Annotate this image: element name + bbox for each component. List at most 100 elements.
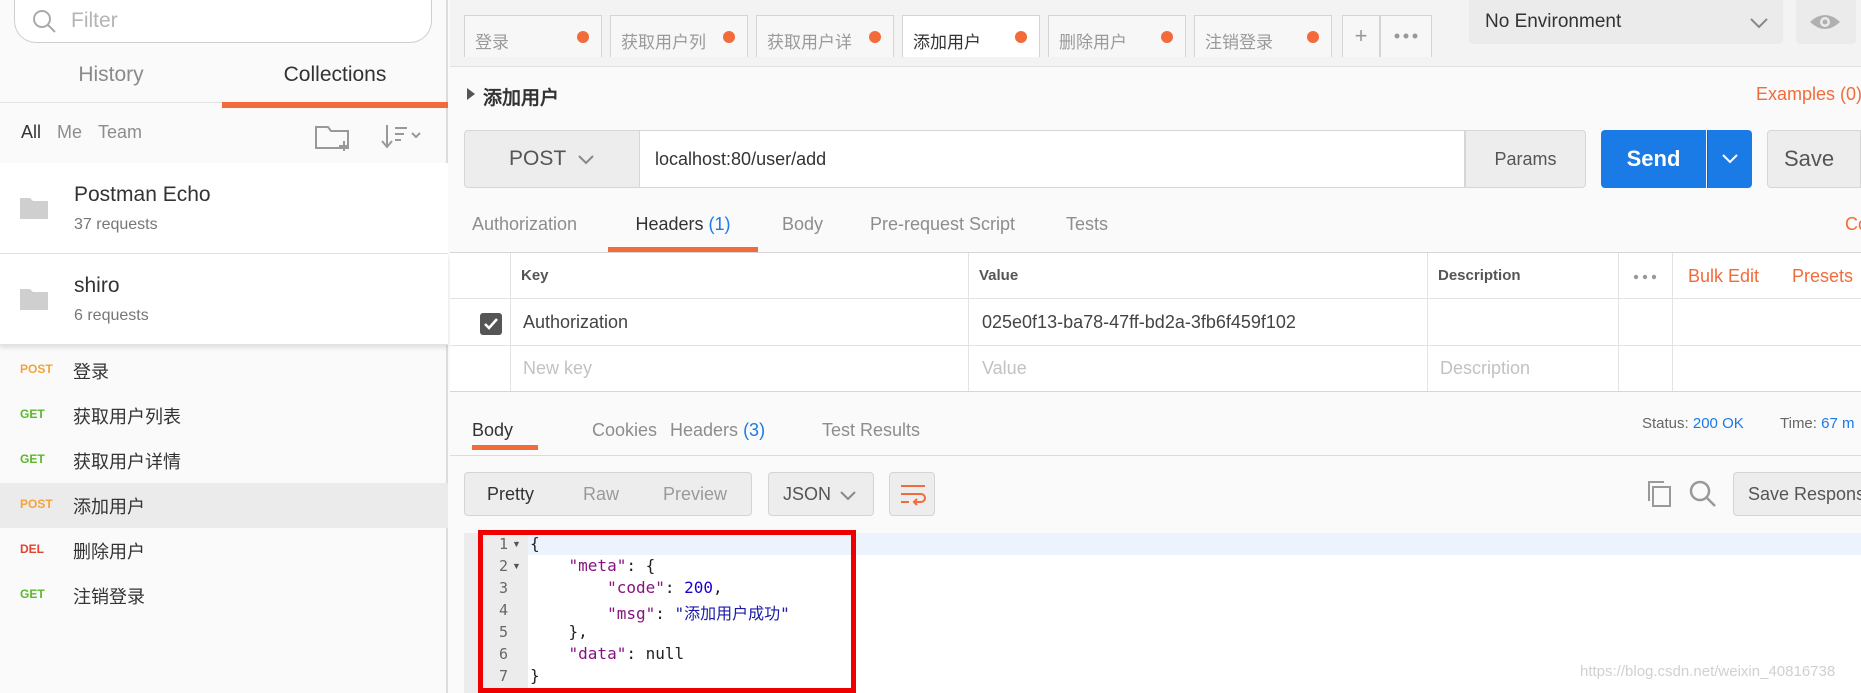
method-badge: GET xyxy=(20,452,45,466)
headers-table: Key Value Description Bulk Edit Presets … xyxy=(450,252,1861,392)
save-response-button[interactable]: Save Response xyxy=(1733,472,1861,516)
request-tab[interactable]: 登录 xyxy=(464,15,602,57)
column-divider xyxy=(510,253,511,391)
collection-count: 6 requests xyxy=(74,307,149,324)
send-button[interactable]: Send xyxy=(1601,130,1706,188)
new-key-input[interactable]: New key xyxy=(523,358,592,379)
new-value-input[interactable]: Value xyxy=(982,358,1027,379)
format-label: JSON xyxy=(783,484,832,504)
method-label: POST xyxy=(509,147,567,170)
caret-right-icon[interactable] xyxy=(467,87,475,105)
row-divider xyxy=(450,345,1861,346)
request-item[interactable]: GET 获取用户详情 xyxy=(0,438,448,483)
owner-filter-team[interactable]: Team xyxy=(98,122,142,143)
response-tab-headers[interactable]: Headers (3) xyxy=(670,420,765,441)
method-badge: POST xyxy=(20,362,53,376)
copy-icon[interactable] xyxy=(1645,479,1673,514)
url-input[interactable] xyxy=(639,130,1465,188)
request-item[interactable]: DEL 删除用户 xyxy=(0,528,448,573)
tab-more-button[interactable] xyxy=(1380,15,1432,57)
collection-shiro[interactable]: shiro 6 requests xyxy=(0,254,448,345)
view-preview-button[interactable]: Preview xyxy=(663,484,727,505)
bulk-edit-link[interactable]: Bulk Edit xyxy=(1688,266,1759,287)
request-item[interactable]: POST 登录 xyxy=(0,348,448,393)
sidebar: History Collections All Me Team Postman … xyxy=(0,0,448,693)
method-badge: DEL xyxy=(20,542,44,556)
request-item[interactable]: GET 注销登录 xyxy=(0,573,448,618)
new-description-input[interactable]: Description xyxy=(1440,358,1530,379)
sort-icon[interactable] xyxy=(379,122,423,155)
wrap-icon xyxy=(899,483,927,512)
request-tab[interactable]: 删除用户 xyxy=(1048,15,1186,57)
request-tab[interactable]: 获取用户详 xyxy=(756,15,894,57)
chevron-down-icon xyxy=(839,489,857,507)
unsaved-dot-icon xyxy=(869,31,881,43)
line-number: 5 xyxy=(498,623,508,641)
header-col-value: Value xyxy=(979,267,1019,284)
time-value: 67 m xyxy=(1821,415,1855,432)
response-status: Status: 200 OK xyxy=(1642,415,1744,432)
new-tab-button[interactable]: + xyxy=(1342,15,1380,57)
filter-input[interactable] xyxy=(71,8,411,34)
code-text: , xyxy=(713,578,723,597)
owner-filter-me[interactable]: Me xyxy=(57,122,82,143)
collection-name: shiro xyxy=(74,274,120,297)
tab-authorization[interactable]: Authorization xyxy=(472,214,577,252)
filter-box[interactable] xyxy=(14,0,432,43)
collection-postman-echo[interactable]: Postman Echo 37 requests xyxy=(0,163,448,254)
json-key: "data" xyxy=(568,644,627,663)
request-tab[interactable]: 注销登录 xyxy=(1194,15,1332,57)
request-name: 获取用户列表 xyxy=(73,407,181,427)
wrap-lines-button[interactable] xyxy=(889,472,935,516)
unsaved-dot-icon xyxy=(1307,31,1319,43)
response-tab-cookies[interactable]: Cookies xyxy=(592,420,657,441)
examples-link[interactable]: Examples (0) xyxy=(1756,84,1861,105)
tab-headers[interactable]: Headers (1) xyxy=(608,214,758,252)
fold-toggle-icon[interactable]: ▼ xyxy=(512,561,521,571)
header-key-cell[interactable]: Authorization xyxy=(523,312,628,333)
response-tab-test-results[interactable]: Test Results xyxy=(822,420,920,441)
request-item[interactable]: GET 获取用户列表 xyxy=(0,393,448,438)
view-pretty-button[interactable]: Pretty xyxy=(487,484,534,505)
request-tab-active[interactable]: 添加用户 xyxy=(902,15,1040,57)
method-select[interactable]: POST xyxy=(464,130,640,188)
column-divider xyxy=(1618,253,1619,391)
chevron-down-icon xyxy=(1721,152,1739,170)
tab-history[interactable]: History xyxy=(0,58,222,103)
code-line: "data": null xyxy=(530,644,685,663)
view-raw-button[interactable]: Raw xyxy=(583,484,619,505)
send-options-button[interactable] xyxy=(1707,130,1752,188)
header-enabled-checkbox[interactable] xyxy=(480,313,502,335)
more-icon[interactable] xyxy=(1632,269,1658,287)
request-tab[interactable]: 获取用户列 xyxy=(610,15,748,57)
code-text: : { xyxy=(626,556,656,575)
fold-toggle-icon[interactable]: ▼ xyxy=(512,539,521,549)
tab-body[interactable]: Body xyxy=(782,214,823,252)
tab-tests[interactable]: Tests xyxy=(1066,214,1108,252)
tab-pre-request-script[interactable]: Pre-request Script xyxy=(870,214,1015,252)
header-value-cell[interactable]: 025e0f13-ba78-47ff-bd2a-3fb6f459f102 xyxy=(982,312,1296,333)
save-button[interactable]: Save xyxy=(1767,130,1861,188)
request-item-active[interactable]: POST 添加用户 xyxy=(0,483,448,528)
tab-headers-count: (1) xyxy=(708,214,731,234)
line-number: 4 xyxy=(498,601,508,619)
code-text: : xyxy=(664,578,685,597)
params-button[interactable]: Params xyxy=(1465,130,1586,188)
response-tab-body[interactable]: Body xyxy=(472,420,538,450)
status-label: Status: xyxy=(1642,415,1689,432)
request-name: 注销登录 xyxy=(73,587,145,607)
column-divider xyxy=(1427,253,1428,391)
line-number: 6 xyxy=(498,645,508,663)
environment-quick-look-button[interactable] xyxy=(1796,0,1856,44)
owner-filter-all[interactable]: All xyxy=(21,122,41,143)
column-divider xyxy=(1672,253,1673,391)
search-icon[interactable] xyxy=(1688,479,1718,514)
tab-collections[interactable]: Collections xyxy=(222,58,448,108)
environment-select[interactable]: No Environment xyxy=(1469,0,1783,44)
line-number: 1 xyxy=(498,535,508,553)
code-link[interactable]: Co xyxy=(1845,214,1861,252)
format-select[interactable]: JSON xyxy=(768,472,874,516)
line-number: 7 xyxy=(498,667,508,685)
new-collection-icon[interactable] xyxy=(314,122,354,157)
presets-link[interactable]: Presets xyxy=(1792,266,1853,287)
